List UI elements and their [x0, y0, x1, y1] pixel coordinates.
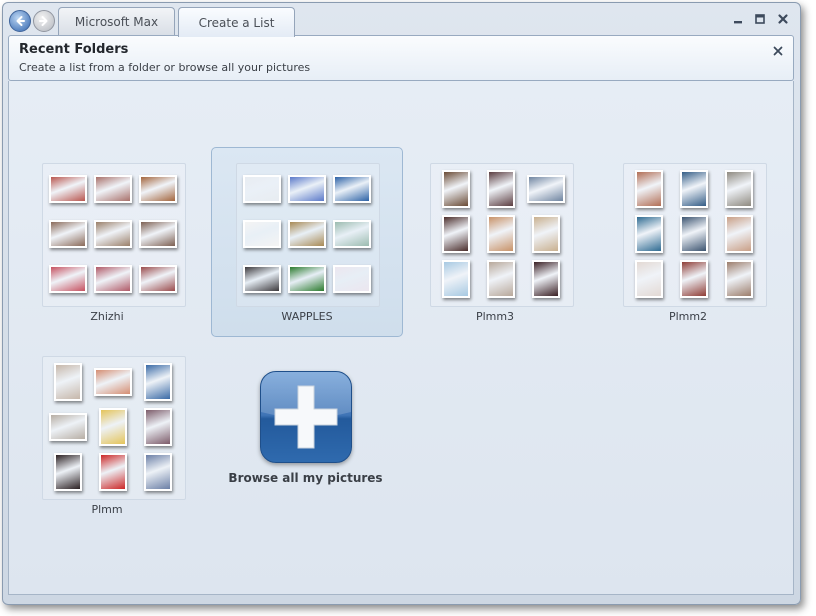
thumbnail-image: [725, 215, 753, 253]
thumbnail-grid: [237, 164, 379, 306]
tab-create-a-list[interactable]: Create a List: [178, 7, 295, 37]
thumbnail-image: [333, 175, 371, 203]
thumbnail-image: [94, 220, 132, 248]
title-bar: Microsoft Max Create a List: [3, 3, 800, 37]
thumbnail-grid: [43, 357, 185, 499]
folder-thumbnail-frame: [42, 356, 186, 500]
minimize-icon: [734, 21, 742, 24]
thumbnail-image: [49, 220, 87, 248]
thumbnail-image: [487, 170, 515, 208]
folder-content-area: Zhizhi WAPPLES Plmm3 Plmm2 Plmm Browse a…: [8, 81, 794, 595]
thumbnail-image: [680, 260, 708, 298]
close-icon: [773, 46, 783, 56]
thumbnail-grid: [431, 164, 573, 306]
page-title: Recent Folders: [19, 42, 129, 57]
browse-label: Browse all my pictures: [228, 471, 383, 485]
thumbnail-image: [139, 220, 177, 248]
folder-plmm3[interactable]: Plmm3: [400, 148, 590, 336]
thumbnail-image: [243, 175, 281, 203]
folder-plmm2[interactable]: Plmm2: [593, 148, 783, 336]
app-window: Microsoft Max Create a List Recent Folde…: [2, 2, 801, 605]
thumbnail-image: [49, 175, 87, 203]
tab-label: Create a List: [198, 15, 275, 30]
folder-plmm[interactable]: Plmm: [12, 341, 202, 529]
thumbnail-image: [243, 220, 281, 248]
thumbnail-image: [144, 453, 172, 491]
thumbnail-image: [144, 363, 172, 401]
thumbnail-image: [288, 220, 326, 248]
thumbnail-image: [243, 265, 281, 293]
folder-wapples[interactable]: WAPPLES: [211, 147, 403, 337]
close-icon: [778, 14, 788, 24]
thumbnail-image: [94, 175, 132, 203]
folder-name: Plmm3: [475, 310, 515, 323]
thumbnail-image: [635, 215, 663, 253]
thumbnail-image: [725, 170, 753, 208]
thumbnail-image: [144, 408, 172, 446]
folder-thumbnail-frame: [623, 163, 767, 307]
thumbnail-image: [49, 413, 87, 441]
recent-folders-header: Recent Folders Create a list from a fold…: [8, 35, 794, 81]
thumbnail-image: [680, 215, 708, 253]
thumbnail-image: [139, 175, 177, 203]
thumbnail-image: [99, 453, 127, 491]
folder-name: WAPPLES: [281, 310, 333, 323]
thumbnail-image: [288, 265, 326, 293]
thumbnail-image: [94, 265, 132, 293]
thumbnail-image: [725, 260, 753, 298]
thumbnail-image: [94, 368, 132, 396]
forward-arrow-icon: [39, 16, 48, 26]
thumbnail-image: [54, 453, 82, 491]
thumbnail-grid: [624, 164, 766, 306]
thumbnail-image: [442, 170, 470, 208]
thumbnail-image: [333, 220, 371, 248]
thumbnail-image: [527, 175, 565, 203]
folder-name: Plmm: [91, 503, 123, 516]
thumbnail-image: [49, 265, 87, 293]
maximize-button[interactable]: [751, 11, 769, 27]
tab-microsoft-max[interactable]: Microsoft Max: [58, 7, 175, 36]
close-window-button[interactable]: [774, 11, 792, 27]
page-subtitle: Create a list from a folder or browse al…: [19, 61, 311, 74]
minimize-button[interactable]: [729, 11, 747, 27]
folder-name: Plmm2: [668, 310, 708, 323]
thumbnail-image: [532, 215, 560, 253]
thumbnail-image: [333, 265, 371, 293]
forward-button[interactable]: [33, 10, 55, 32]
tab-label: Microsoft Max: [74, 15, 159, 29]
back-button[interactable]: [9, 10, 31, 32]
folder-zhizhi[interactable]: Zhizhi: [12, 148, 202, 336]
thumbnail-image: [54, 363, 82, 401]
thumbnail-image: [288, 175, 326, 203]
folder-thumbnail-frame: [430, 163, 574, 307]
thumbnail-image: [139, 265, 177, 293]
browse-all-pictures-button[interactable]: Browse all my pictures: [223, 371, 388, 491]
thumbnail-image: [442, 215, 470, 253]
maximize-icon: [755, 14, 765, 24]
folder-name: Zhizhi: [90, 310, 124, 323]
thumbnail-image: [635, 260, 663, 298]
back-arrow-icon: [16, 16, 25, 26]
thumbnail-image: [487, 215, 515, 253]
thumbnail-image: [487, 260, 515, 298]
thumbnail-image: [532, 260, 560, 298]
thumbnail-grid: [43, 164, 185, 306]
folder-thumbnail-frame: [236, 163, 380, 307]
thumbnail-image: [635, 170, 663, 208]
thumbnail-image: [442, 260, 470, 298]
close-panel-button[interactable]: [771, 44, 785, 58]
thumbnail-image: [680, 170, 708, 208]
folder-thumbnail-frame: [42, 163, 186, 307]
thumbnail-image: [99, 408, 127, 446]
plus-icon: [260, 371, 352, 463]
